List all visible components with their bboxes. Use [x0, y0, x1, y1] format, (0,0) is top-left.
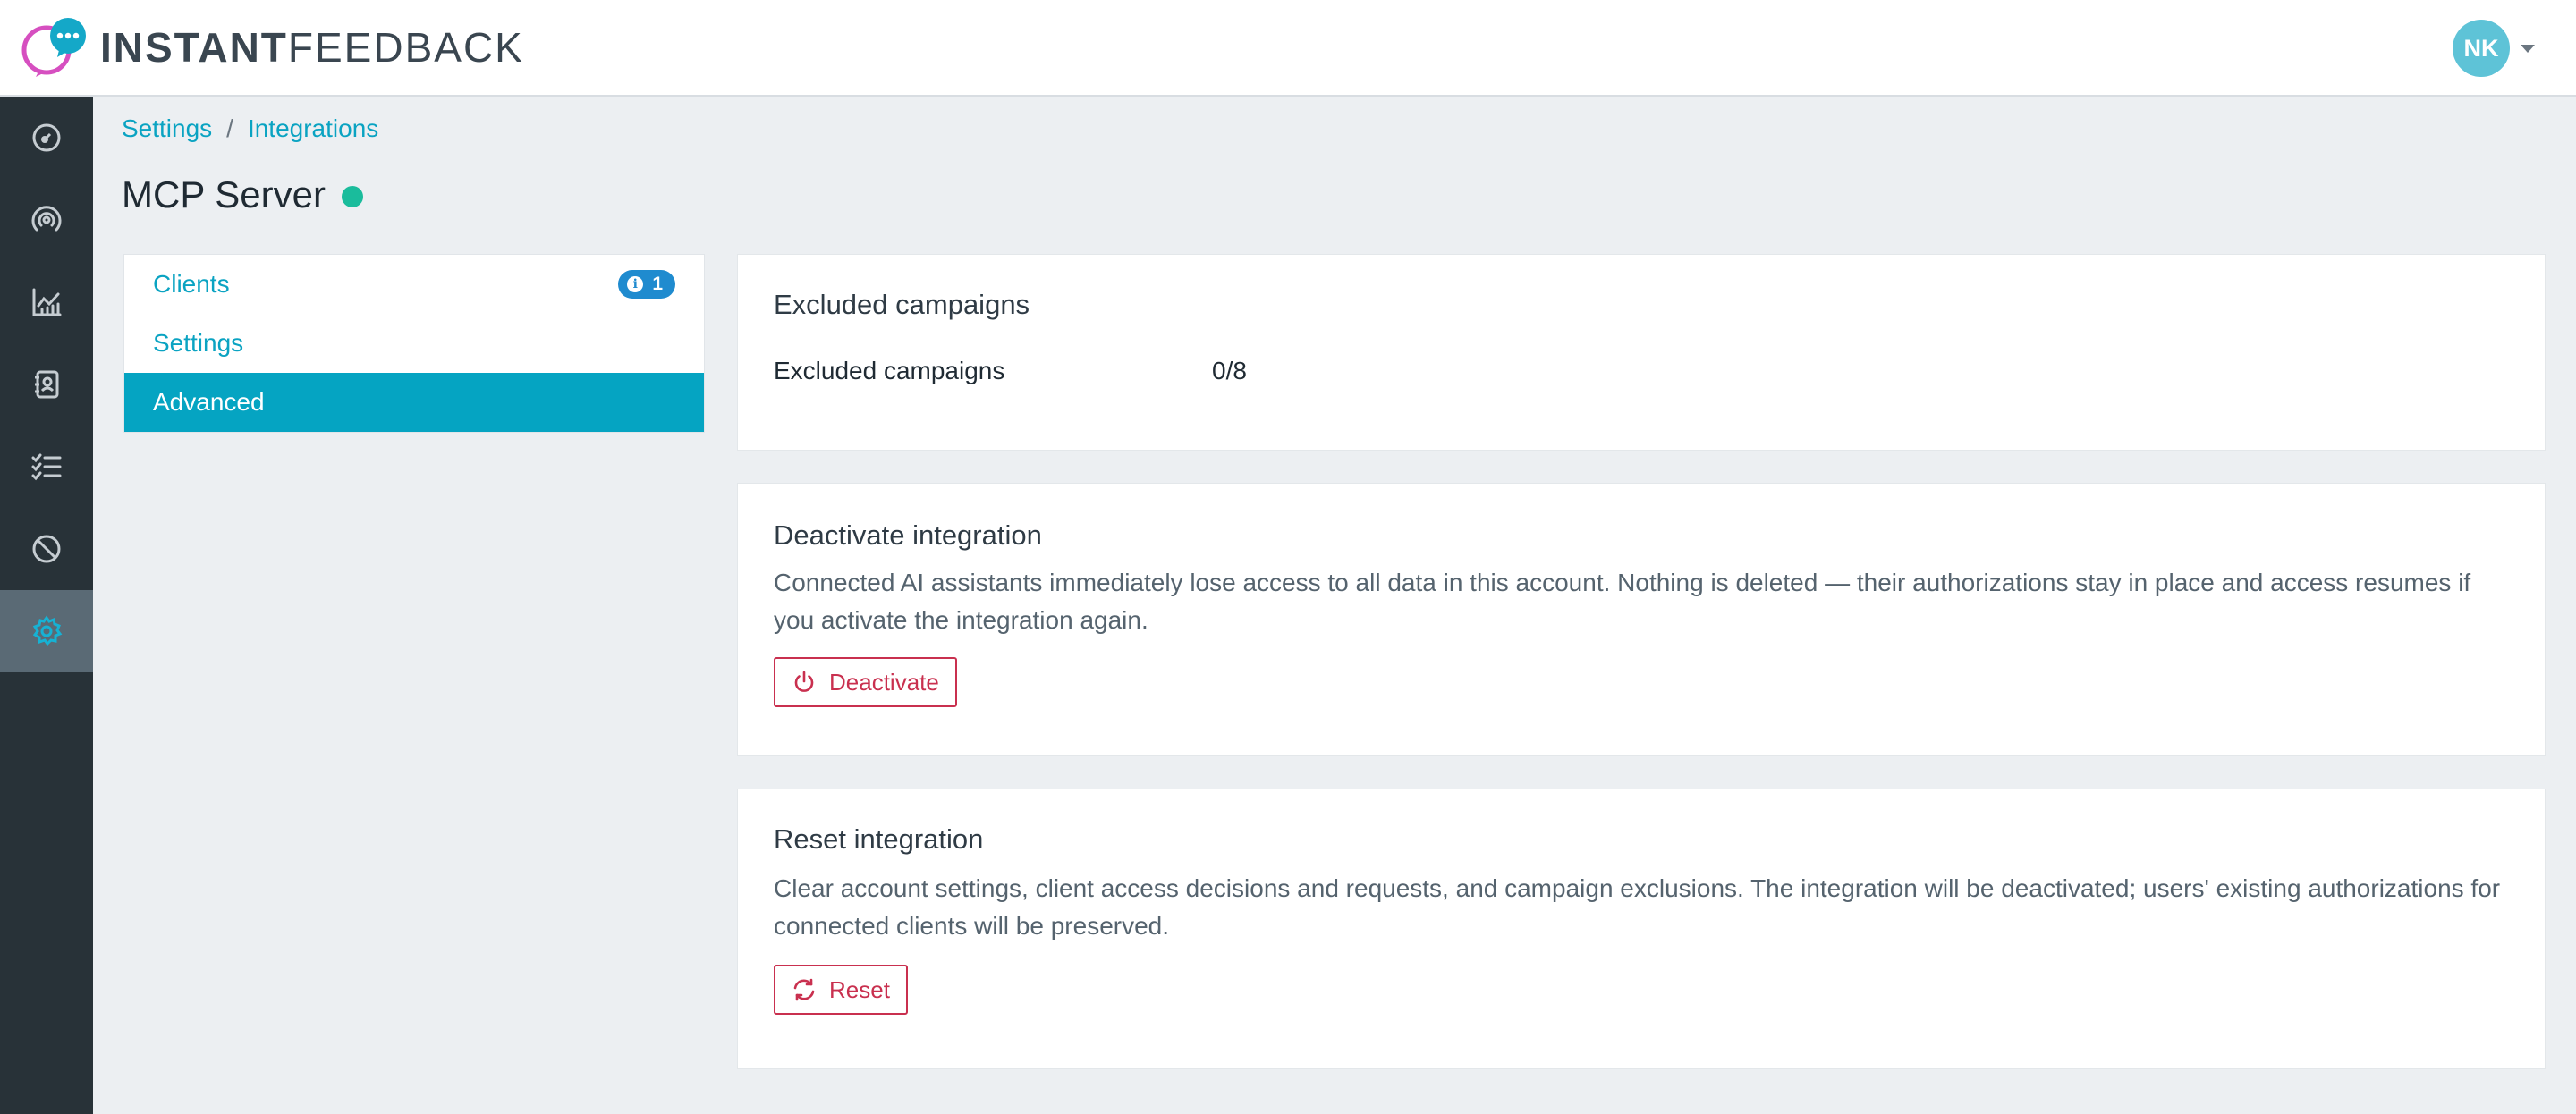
checklist-icon	[31, 453, 62, 481]
settings-subnav: Clients i 1 Settings Advanced	[123, 254, 705, 433]
excluded-campaigns-row: Excluded campaigns 0/8	[774, 357, 2509, 385]
subnav-label: Advanced	[153, 388, 265, 416]
settings-gear-icon	[32, 615, 63, 646]
sidebar-item-broadcast[interactable]	[0, 179, 93, 261]
reset-integration-card: Reset integration Clear account settings…	[737, 789, 2546, 1069]
excluded-campaigns-value: 0/8	[1212, 357, 1247, 384]
clients-count-badge: i 1	[618, 270, 675, 299]
chevron-down-icon[interactable]	[2521, 44, 2535, 53]
excluded-campaigns-label: Excluded campaigns	[774, 357, 1005, 384]
broadcast-icon	[31, 206, 62, 232]
excluded-campaigns-card: Excluded campaigns Excluded campaigns 0/…	[737, 254, 2546, 451]
top-bar: INSTANTFEEDBACK NK	[0, 0, 2576, 97]
blocked-icon	[32, 535, 61, 563]
badge-count: 1	[652, 274, 663, 294]
sidebar-item-contacts[interactable]	[0, 343, 93, 426]
app-logo-text: INSTANTFEEDBACK	[100, 24, 524, 71]
page-title-text: MCP Server	[122, 173, 326, 215]
subnav-label: Clients	[153, 270, 230, 298]
card-title: Deactivate integration	[774, 519, 1042, 551]
subnav-item-settings[interactable]: Settings	[124, 314, 704, 373]
breadcrumb-separator: /	[226, 114, 233, 142]
contacts-book-icon	[35, 370, 59, 399]
sidebar	[0, 97, 93, 1114]
reset-button-label: Reset	[829, 975, 890, 1003]
page-title: MCP Server	[122, 173, 363, 216]
reset-button[interactable]: Reset	[774, 965, 908, 1015]
user-menu[interactable]: NK	[2453, 20, 2535, 77]
avatar[interactable]: NK	[2453, 20, 2510, 77]
info-icon: i	[627, 276, 644, 292]
deactivate-button[interactable]: Deactivate	[774, 657, 957, 707]
analytics-chart-icon	[32, 288, 62, 316]
sidebar-item-settings[interactable]	[0, 590, 93, 672]
dashboard-gauge-icon	[32, 123, 61, 152]
card-description: Clear account settings, client access de…	[774, 874, 2501, 940]
subnav-item-advanced[interactable]: Advanced	[124, 373, 704, 432]
sidebar-item-blocked[interactable]	[0, 508, 93, 590]
sidebar-item-analytics[interactable]	[0, 261, 93, 343]
status-indicator	[341, 186, 363, 207]
breadcrumb-link-settings[interactable]: Settings	[122, 114, 212, 143]
card-title: Excluded campaigns	[774, 289, 1030, 320]
subnav-item-clients[interactable]: Clients i 1	[124, 255, 704, 314]
subnav-label: Settings	[153, 329, 244, 357]
deactivate-button-label: Deactivate	[829, 668, 939, 696]
card-title: Reset integration	[774, 823, 984, 855]
refresh-icon	[793, 978, 815, 1001]
power-icon	[794, 671, 814, 692]
breadcrumb-link-integrations[interactable]: Integrations	[248, 114, 378, 143]
deactivate-integration-card: Deactivate integration Connected AI assi…	[737, 483, 2546, 756]
card-description: Connected AI assistants immediately lose…	[774, 569, 2471, 634]
chat-bubble-logo-icon	[21, 18, 86, 77]
sidebar-item-tasks[interactable]	[0, 426, 93, 508]
breadcrumb: Settings / Integrations	[122, 114, 378, 143]
app-logo[interactable]: INSTANTFEEDBACK	[20, 18, 524, 77]
sidebar-item-dashboard[interactable]	[0, 97, 93, 179]
